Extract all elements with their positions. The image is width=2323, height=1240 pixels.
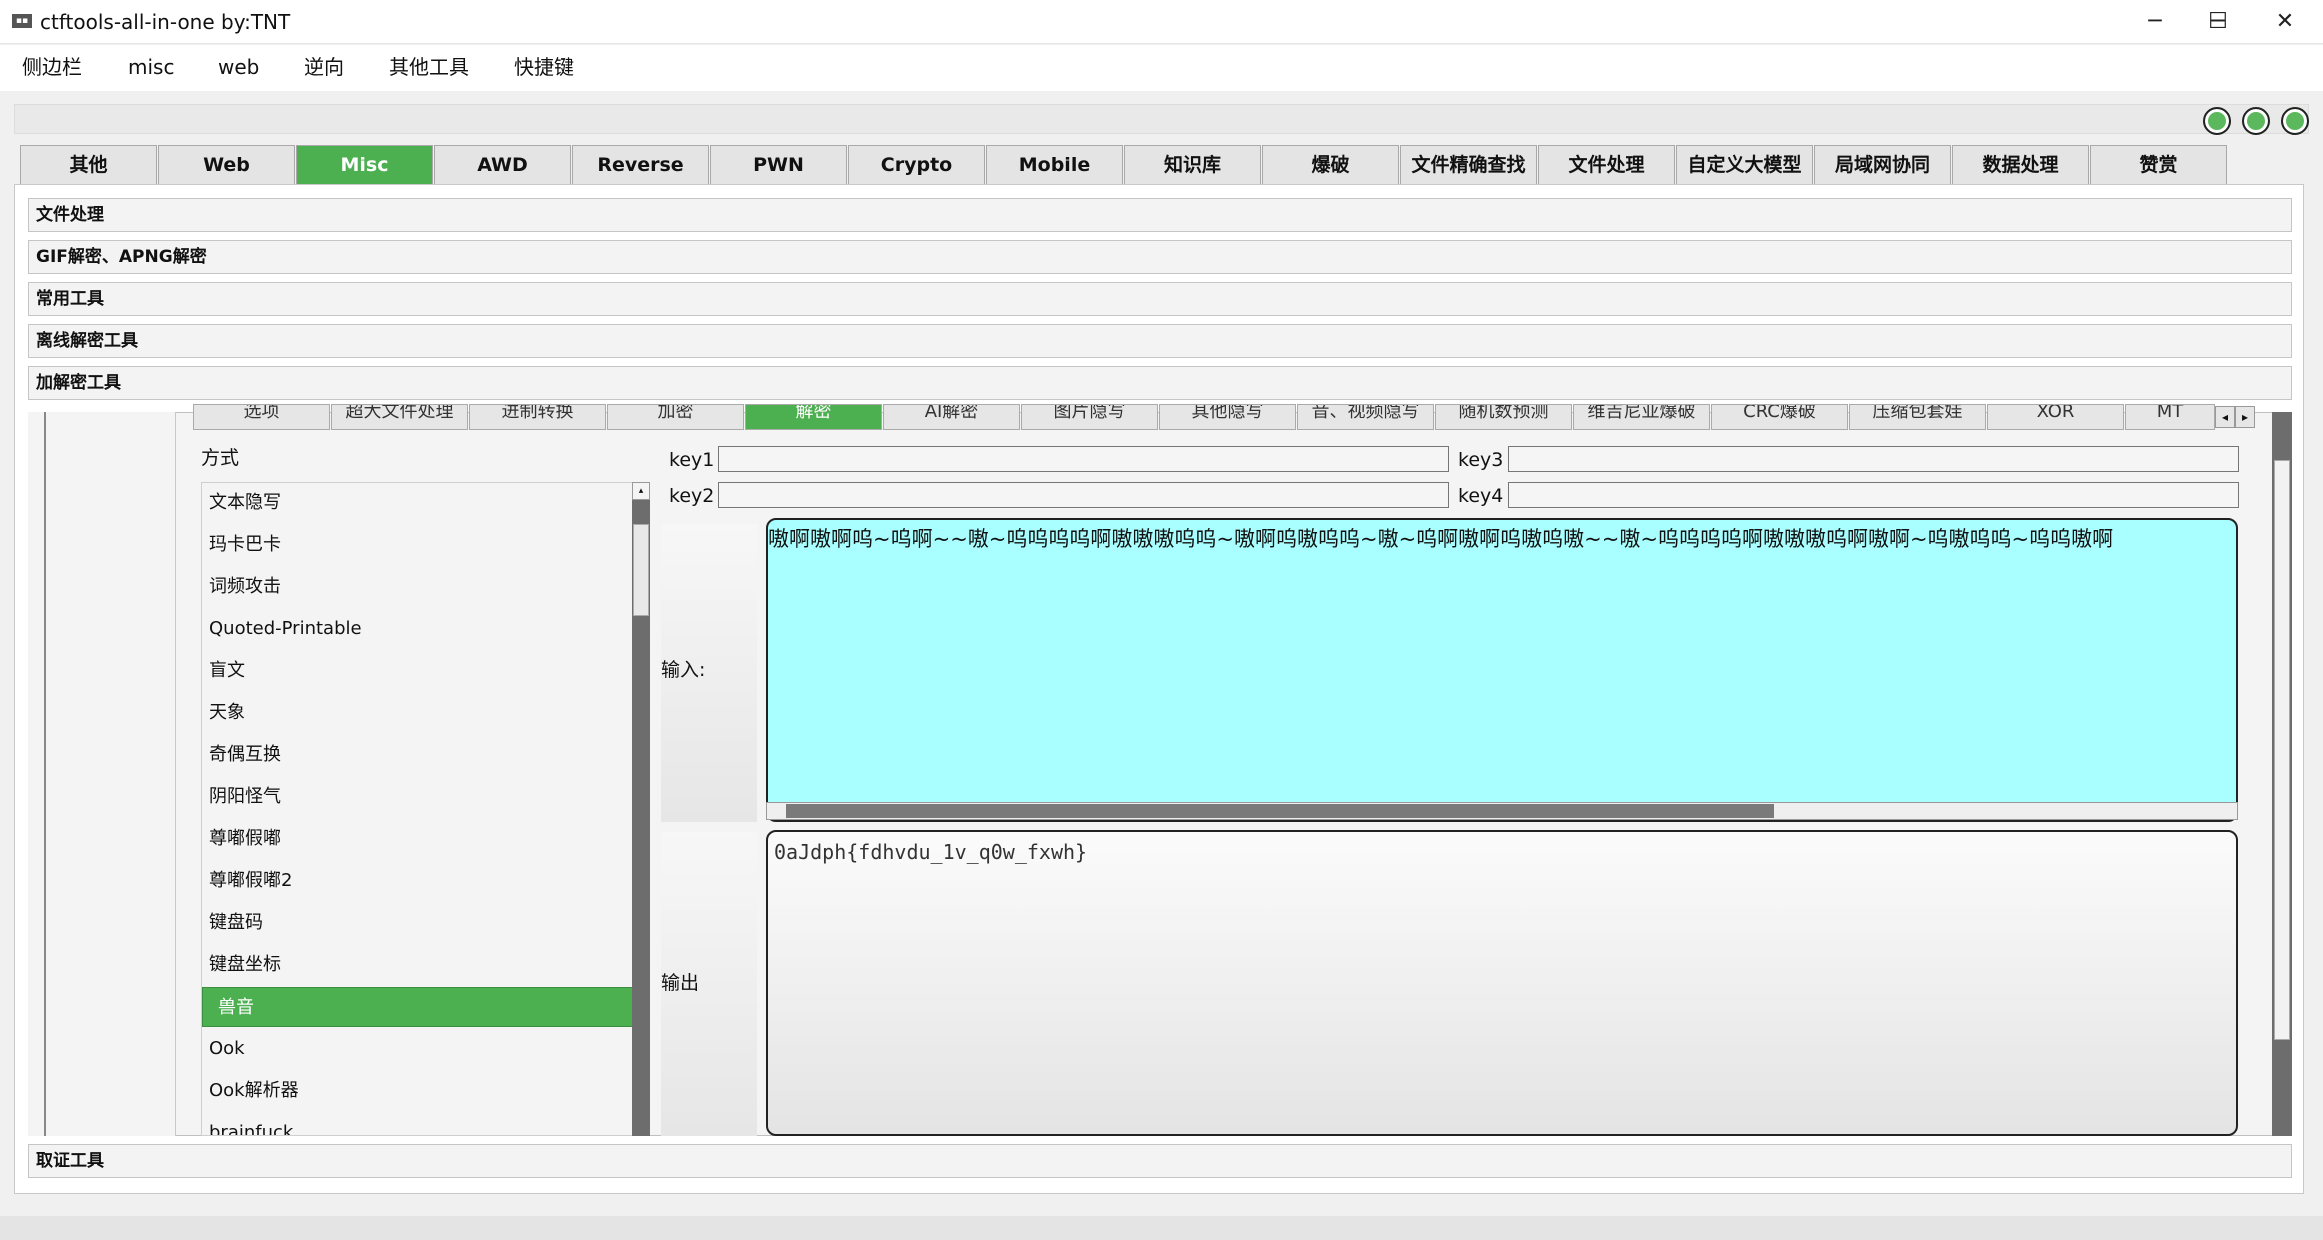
title-bar: ▪▪ ctftools-all-in-one by:TNT ─ (0, 0, 2323, 44)
key3-label: key3 (1458, 449, 1504, 471)
key2-input[interactable] (718, 482, 1449, 508)
radio-circle-2[interactable] (2242, 107, 2270, 135)
section-offline-decrypt[interactable]: 离线解密工具 (28, 324, 2292, 358)
list-item-selected[interactable]: 兽音 (202, 987, 633, 1027)
list-item[interactable]: 尊嘟假嘟2 (202, 861, 633, 901)
minimize-window-button[interactable]: ─ (2120, 0, 2190, 44)
subtab-xor[interactable]: XOR (1987, 404, 2124, 430)
tab-crypto[interactable]: Crypto (848, 145, 985, 185)
subtab-large-file[interactable]: 超大文件处理 (331, 404, 468, 430)
list-item[interactable]: 阴阳怪气 (202, 777, 633, 817)
tab-misc[interactable]: Misc (296, 145, 433, 185)
subtab-options[interactable]: 选项 (193, 404, 330, 430)
key1-label: key1 (669, 449, 715, 471)
left-margin (28, 412, 46, 1136)
list-item[interactable]: 词频攻击 (202, 567, 633, 607)
subtab-ai-decrypt[interactable]: AI解密 (883, 404, 1020, 430)
menu-reverse[interactable]: 逆向 (304, 53, 344, 81)
close-window-button[interactable]: ✕ (2250, 0, 2320, 44)
scroll-up-icon[interactable]: ▴ (632, 482, 650, 500)
method-label: 方式 (201, 447, 240, 469)
tab-data-processing[interactable]: 数据处理 (1952, 145, 2089, 185)
method-list-scroll-thumb[interactable] (633, 524, 649, 616)
tab-awd[interactable]: AWD (434, 145, 571, 185)
menu-sidebar[interactable]: 侧边栏 (22, 53, 82, 81)
panel-scroll-thumb[interactable] (2274, 460, 2290, 1040)
tab-file-processing[interactable]: 文件处理 (1538, 145, 1675, 185)
tab-knowledge[interactable]: 知识库 (1124, 145, 1261, 185)
tab-web[interactable]: Web (158, 145, 295, 185)
section-gif-apng[interactable]: GIF解密、APNG解密 (28, 240, 2292, 274)
output-text: 0aJdph{fdhvdu_1v_q0w_fxwh} (774, 840, 1088, 864)
subtab-vigenere[interactable]: 维吉尼亚爆破 (1573, 404, 1710, 430)
subtab-mt[interactable]: MT (2125, 404, 2215, 430)
window-title: ctftools-all-in-one by:TNT (40, 10, 291, 34)
maximize-window-button[interactable]: ☐ (2183, 0, 2253, 44)
tab-bruteforce[interactable]: 爆破 (1262, 145, 1399, 185)
list-item[interactable]: 尊嘟假嘟 (202, 819, 633, 859)
subtab-crc[interactable]: CRC爆破 (1711, 404, 1848, 430)
subtab-image-stego[interactable]: 图片隐写 (1021, 404, 1158, 430)
subtab-encrypt[interactable]: 加密 (607, 404, 744, 430)
radio-circle-1[interactable] (2203, 107, 2231, 135)
key2-label: key2 (669, 485, 715, 507)
list-item[interactable]: 键盘坐标 (202, 945, 633, 985)
key4-label: key4 (1458, 485, 1504, 507)
left-column (46, 412, 176, 1136)
tab-custom-llm[interactable]: 自定义大模型 (1676, 145, 1813, 185)
section-file-processing[interactable]: 文件处理 (28, 198, 2292, 232)
subtab-base-convert[interactable]: 进制转换 (469, 404, 606, 430)
tab-donate[interactable]: 赞赏 (2090, 145, 2227, 185)
input-text: 嗷啊嗷啊呜~呜啊~~嗷~呜呜呜呜啊嗷嗷嗷呜呜~嗷啊呜嗷呜呜~嗷~呜啊嗷啊呜嗷呜嗷… (768, 527, 2114, 551)
menu-bar: 侧边栏 misc web 逆向 其他工具 快捷键 (0, 45, 2323, 91)
subtab-scroll-right-icon[interactable]: ▸ (2235, 406, 2255, 428)
key4-input[interactable] (1508, 482, 2239, 508)
method-list[interactable]: 文本隐写 玛卡巴卡 词频攻击 Quoted-Printable 盲文 天象 奇偶… (201, 482, 650, 1136)
subtab-scroll-left-icon[interactable]: ◂ (2215, 406, 2235, 428)
subtab-av-stego[interactable]: 音、视频隐写 (1297, 404, 1434, 430)
section-common-tools[interactable]: 常用工具 (28, 282, 2292, 316)
output-textarea[interactable]: 0aJdph{fdhvdu_1v_q0w_fxwh} (766, 830, 2238, 1136)
toolbar-strip (14, 104, 2309, 134)
list-item[interactable]: 盲文 (202, 651, 633, 691)
tab-other[interactable]: 其他 (20, 145, 157, 185)
key1-input[interactable] (718, 446, 1449, 472)
tab-lan-collab[interactable]: 局域网协同 (1814, 145, 1951, 185)
menu-shortcuts[interactable]: 快捷键 (514, 53, 574, 81)
input-label: 输入: (661, 659, 706, 681)
section-forensics[interactable]: 取证工具 (28, 1144, 2292, 1178)
list-item[interactable]: 玛卡巴卡 (202, 525, 633, 565)
menu-other-tools[interactable]: 其他工具 (389, 53, 469, 81)
menu-misc[interactable]: misc (128, 53, 174, 81)
subtab-zip-nesting[interactable]: 压缩包套娃 (1849, 404, 1986, 430)
list-item[interactable]: 文本隐写 (202, 483, 633, 523)
subtab-decrypt[interactable]: 解密 (745, 404, 882, 430)
tab-file-search[interactable]: 文件精确查找 (1400, 145, 1537, 185)
radio-circle-3[interactable] (2281, 107, 2309, 135)
key3-input[interactable] (1508, 446, 2239, 472)
list-item[interactable]: Ook解析器 (202, 1071, 633, 1111)
subtab-other-stego[interactable]: 其他隐写 (1159, 404, 1296, 430)
app-icon: ▪▪ (12, 14, 32, 28)
input-textarea[interactable]: 嗷啊嗷啊呜~呜啊~~嗷~呜呜呜呜啊嗷嗷嗷呜呜~嗷啊呜嗷呜呜~嗷~呜啊嗷啊呜嗷呜嗷… (766, 518, 2238, 822)
menu-web[interactable]: web (218, 53, 259, 81)
list-item[interactable]: brainfuck (202, 1113, 633, 1135)
list-item[interactable]: Quoted-Printable (202, 609, 633, 649)
list-item[interactable]: Ook (202, 1029, 633, 1069)
input-scroll-thumb[interactable] (786, 804, 1774, 818)
tab-reverse[interactable]: Reverse (572, 145, 709, 185)
output-label: 输出 (661, 972, 700, 994)
list-item[interactable]: 奇偶互换 (202, 735, 633, 775)
tab-pwn[interactable]: PWN (710, 145, 847, 185)
subtab-random-predict[interactable]: 随机数预测 (1435, 404, 1572, 430)
status-bar (0, 1216, 2323, 1240)
list-item[interactable]: 天象 (202, 693, 633, 733)
tab-mobile[interactable]: Mobile (986, 145, 1123, 185)
section-crypto-tools[interactable]: 加解密工具 (28, 366, 2292, 400)
list-item[interactable]: 键盘码 (202, 903, 633, 943)
